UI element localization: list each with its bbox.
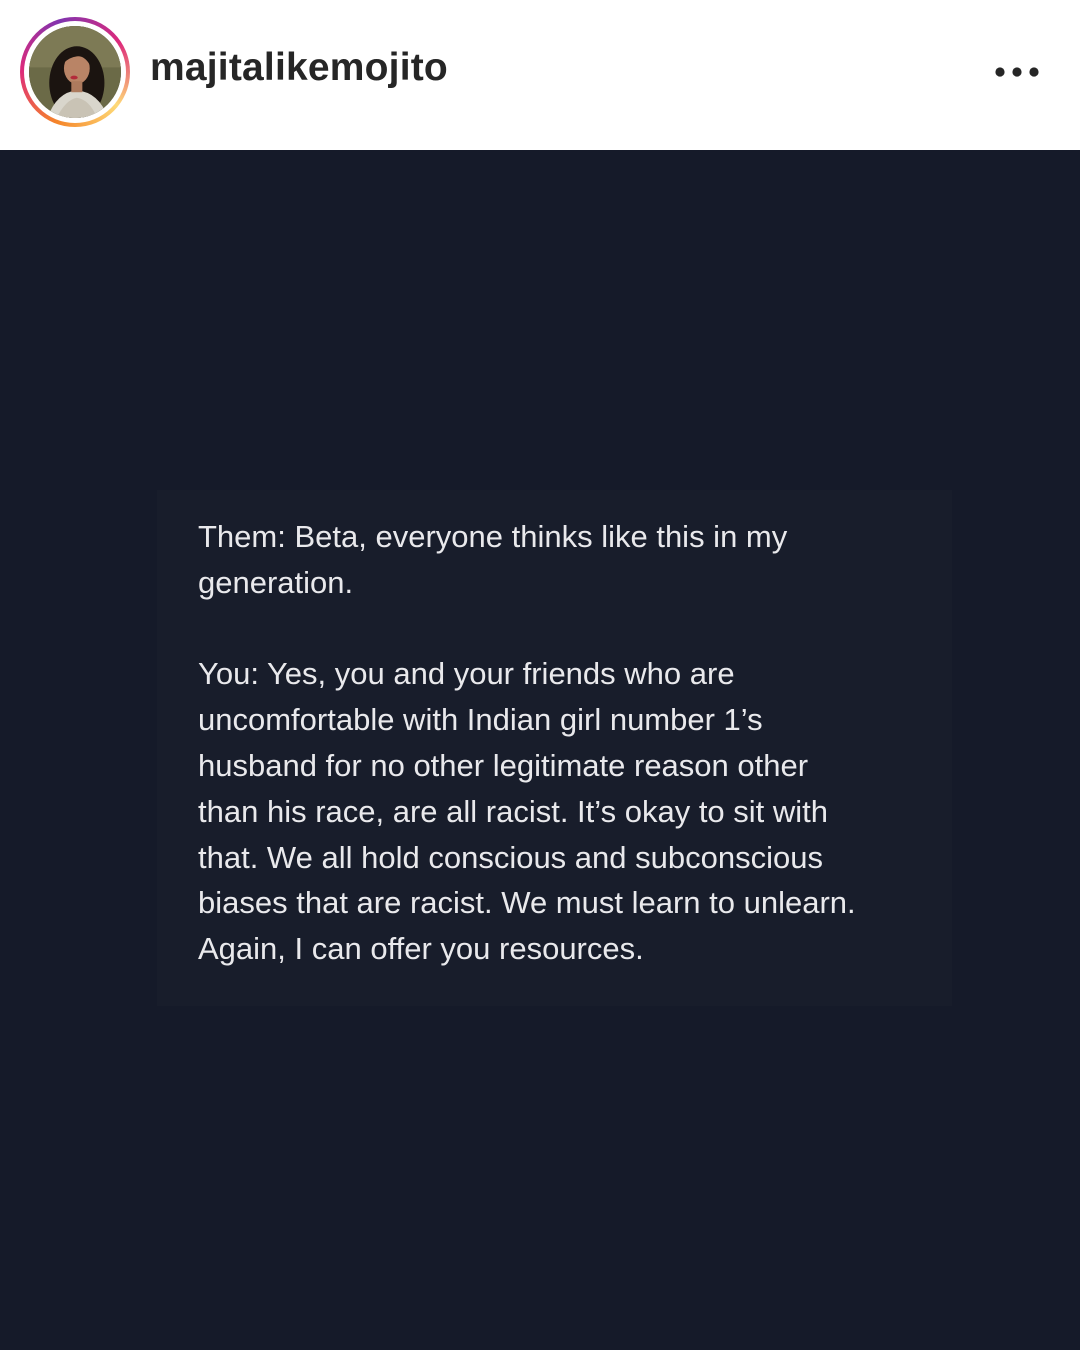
note-line: that. We all hold conscious and subconsc…	[198, 839, 823, 875]
story-ring[interactable]	[20, 17, 130, 127]
note-line: uncomfortable with Indian girl number 1’…	[198, 702, 763, 738]
post-image[interactable]: Them: Beta, everyone thinks like this in…	[0, 150, 1080, 1350]
note-line: You: Yes, you and your friends who are	[198, 656, 735, 692]
note-line: husband for no other legitimate reason o…	[198, 747, 809, 783]
note-text: Them: Beta, everyone thinks like this in…	[198, 514, 938, 972]
profile-photo-icon	[29, 26, 121, 118]
note-line: than his race, are all racist. It’s okay…	[198, 793, 829, 829]
notes-screenshot: Them: Beta, everyone thinks like this in…	[157, 490, 952, 1006]
avatar-border	[24, 21, 126, 123]
more-horizontal-icon	[995, 67, 1039, 77]
more-options-button[interactable]	[990, 56, 1044, 88]
avatar[interactable]	[29, 26, 121, 118]
note-line: biases that are racist. We must learn to…	[198, 885, 856, 921]
note-line: Again, I can offer you resources.	[198, 931, 644, 967]
note-line: Them: Beta, everyone thinks like this in…	[198, 519, 788, 554]
username-link[interactable]: majitalikemojito	[150, 46, 448, 90]
post-header: majitalikemojito	[0, 0, 1080, 150]
note-line: generation.	[198, 564, 354, 600]
